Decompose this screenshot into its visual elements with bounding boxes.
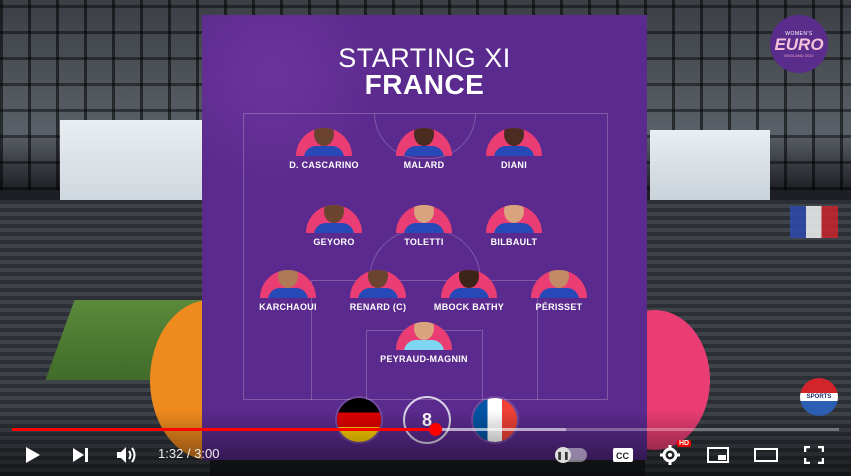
player-avatar (396, 322, 452, 350)
fullscreen-icon (804, 446, 824, 464)
time-display: 1:32 / 3:00 (158, 446, 220, 461)
theater-mode-icon (754, 448, 778, 462)
player-avatar (531, 270, 587, 298)
player-card[interactable]: PEYRAUD-MAGNIN (369, 322, 479, 364)
player-avatar (260, 270, 316, 298)
captions-icon: CC (613, 448, 633, 462)
player-avatar (396, 128, 452, 156)
next-button[interactable] (66, 440, 96, 470)
hd-badge: HD (677, 440, 692, 447)
gear-icon (660, 445, 680, 465)
theater-mode-button[interactable] (752, 440, 780, 470)
progress-bar[interactable] (12, 423, 839, 436)
player-card[interactable]: D. CASCARINO (269, 128, 379, 170)
player-name: BILBAULT (490, 237, 538, 247)
sports-badge-label: SPORTS (805, 394, 833, 400)
starting-xi-card: STARTING XI FRANCE D. CASCARINO MALARD D… (202, 15, 647, 460)
stadium-flag-banner (790, 206, 838, 238)
womens-euro-logo: WOMEN'S EURO ENGLAND 2022 (770, 15, 828, 73)
logo-line-england: ENGLAND 2022 (784, 52, 814, 58)
player-card[interactable]: DIANI (459, 128, 569, 170)
player-avatar (396, 205, 452, 233)
player-avatar (486, 205, 542, 233)
svg-text:CC: CC (616, 451, 629, 461)
fullscreen-button[interactable] (800, 440, 828, 470)
captions-button[interactable]: CC (609, 440, 637, 470)
miniplayer-button[interactable] (704, 440, 732, 470)
volume-button[interactable] (112, 440, 142, 470)
played-bar (12, 428, 435, 431)
player-card[interactable]: PÉRISSET (504, 270, 614, 312)
player-avatar (306, 205, 362, 233)
card-team-name: FRANCE (364, 69, 485, 100)
player-avatar (486, 128, 542, 156)
player-card[interactable]: BILBAULT (459, 205, 569, 247)
player-avatar (296, 128, 352, 156)
autoplay-toggle[interactable]: ❚❚ (555, 447, 587, 463)
sky-right (650, 130, 770, 200)
player-name: PEYRAUD-MAGNIN (380, 354, 468, 364)
skip-next-icon (73, 448, 88, 462)
pause-icon: ❚❚ (555, 447, 571, 463)
scrubber-handle[interactable] (428, 423, 442, 436)
player-avatar (441, 270, 497, 298)
volume-icon (117, 447, 136, 463)
logo-line-euro: EURO (774, 34, 824, 54)
player-name: PÉRISSET (535, 302, 583, 312)
play-button[interactable] (18, 440, 48, 470)
miniplayer-icon (707, 447, 729, 463)
player-avatar (350, 270, 406, 298)
player-name: D. CASCARINO (289, 160, 359, 170)
play-icon (26, 447, 40, 463)
player-name: DIANI (501, 160, 527, 170)
